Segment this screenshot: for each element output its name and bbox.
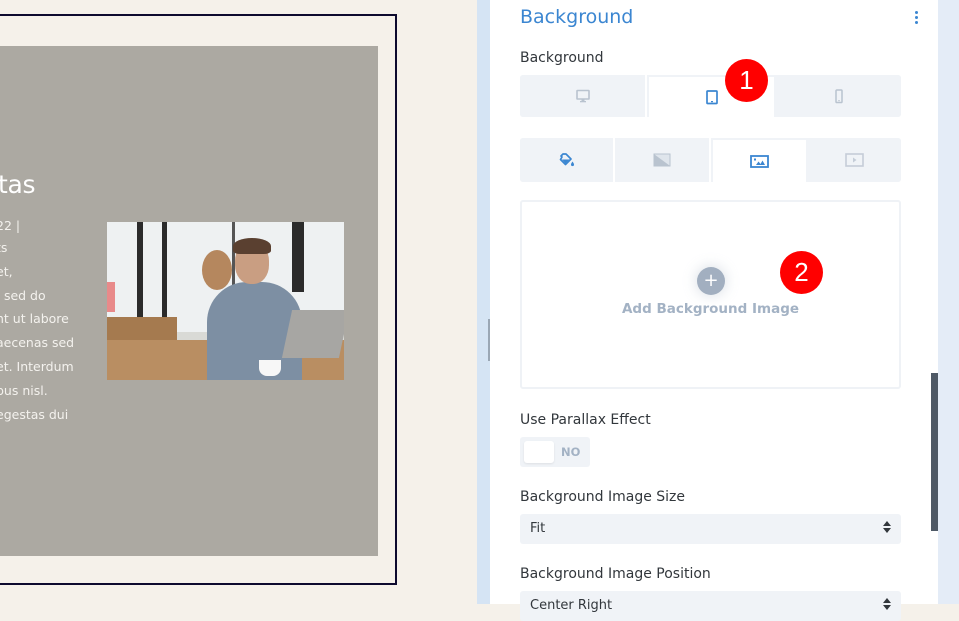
toggle-state: NO [561, 445, 581, 459]
panel-scrollbar[interactable] [931, 373, 938, 531]
excerpt-line: bus nisl. [0, 382, 48, 398]
excerpt-line: et. Interdum [0, 358, 74, 374]
tab-phone[interactable] [776, 75, 901, 117]
tab-video[interactable] [807, 138, 901, 182]
tab-desktop[interactable] [520, 75, 647, 117]
parallax-toggle[interactable]: NO [520, 437, 590, 467]
excerpt-line: et, [0, 263, 13, 279]
desktop-icon [575, 89, 590, 103]
add-image-plus-icon[interactable]: + [697, 267, 725, 295]
post-meta: 22 | [0, 218, 21, 233]
select-arrows-icon [883, 521, 891, 537]
image-position-select[interactable]: Center Right [520, 591, 901, 621]
video-icon [845, 153, 864, 167]
tab-color[interactable] [520, 138, 616, 182]
image-position-label: Background Image Position [520, 566, 711, 582]
tab-image[interactable] [710, 138, 808, 182]
annotation-badge-2: 2 [780, 251, 823, 294]
excerpt-line: egestas dui [0, 406, 69, 422]
add-background-image-label[interactable]: Add Background Image [522, 301, 899, 317]
background-type-tabs [520, 138, 901, 182]
tablet-icon [705, 89, 718, 104]
image-size-label: Background Image Size [520, 489, 686, 505]
post-excerpt: ts et, , sed do nt ut labore aecenas sed… [0, 236, 86, 426]
paint-bucket-icon [559, 152, 574, 166]
panel-gutter [477, 0, 490, 604]
image-position-value: Center Right [530, 598, 613, 613]
background-label: Background [520, 50, 604, 66]
image-size-value: Fit [530, 521, 546, 536]
image-icon [749, 154, 769, 168]
image-size-select[interactable]: Fit [520, 514, 901, 544]
right-gutter [938, 0, 959, 604]
settings-panel: Background Background + Add Background I… [490, 0, 938, 621]
annotation-badge-1: 1 [725, 59, 768, 102]
toggle-knob [524, 441, 554, 463]
excerpt-line: ts [0, 240, 8, 255]
select-arrows-icon [883, 598, 891, 614]
excerpt-line: , sed do [0, 287, 46, 303]
add-background-image-dropzone[interactable]: + Add Background Image [520, 200, 901, 389]
device-tabs [520, 75, 901, 117]
gradient-icon [653, 153, 671, 167]
phone-icon [834, 88, 843, 103]
parallax-label: Use Parallax Effect [520, 412, 651, 428]
tab-gradient[interactable] [615, 138, 711, 182]
excerpt-line: aecenas sed [0, 335, 75, 351]
panel-section-title[interactable]: Background [520, 6, 633, 28]
more-options-icon[interactable] [913, 11, 919, 27]
page-preview: tas 22 | ts et, , sed do nt ut labore ae… [0, 0, 477, 604]
excerpt-line: nt ut labore [0, 311, 69, 327]
post-featured-image [107, 222, 344, 380]
post-title: tas [0, 170, 36, 199]
